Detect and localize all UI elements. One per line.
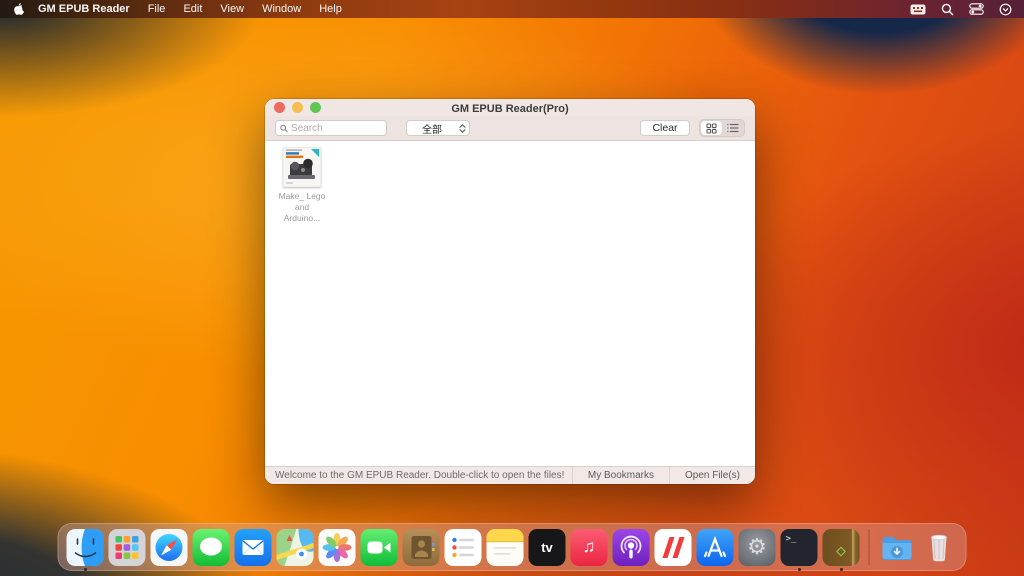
gm-epub-reader-window: GM EPUB Reader(Pro) 全部 Clear (265, 99, 755, 484)
dock-app-store[interactable] (697, 523, 734, 571)
dock-messages[interactable] (193, 523, 230, 571)
news-icon (655, 529, 692, 566)
search-field[interactable] (275, 120, 387, 136)
menu-window[interactable]: Window (253, 3, 310, 15)
spotlight-search-icon[interactable] (941, 3, 954, 16)
grid-view-button[interactable] (701, 121, 722, 135)
podcasts-icon (613, 529, 650, 566)
launchpad-icon (109, 529, 146, 566)
dock-photos[interactable] (319, 523, 356, 571)
search-icon (280, 124, 288, 133)
dock-trash[interactable] (921, 523, 958, 571)
dock-system-settings[interactable]: ⚙ (739, 523, 776, 571)
apple-menu-icon[interactable] (12, 2, 25, 16)
close-button[interactable] (274, 102, 285, 113)
open-files-button[interactable]: Open File(s) (669, 467, 755, 484)
photos-icon (319, 529, 356, 566)
gm-epub-reader-icon (823, 529, 860, 566)
my-bookmarks-button[interactable]: My Bookmarks (572, 467, 669, 484)
circle-chevron-icon[interactable] (999, 3, 1012, 16)
window-title: GM EPUB Reader(Pro) (451, 100, 568, 115)
menu-bar: GM EPUB Reader File Edit View Window Hel… (0, 0, 1024, 18)
library-grid: Make_ Lego and Arduino... (265, 141, 755, 466)
book-item[interactable]: Make_ Lego and Arduino... (278, 147, 326, 224)
menu-edit[interactable]: Edit (174, 3, 211, 15)
safari-icon (151, 529, 188, 566)
downloads-folder-icon (879, 529, 916, 566)
menu-file[interactable]: File (139, 3, 175, 15)
dock-podcasts[interactable] (613, 523, 650, 571)
dock-finder[interactable] (67, 523, 104, 571)
list-view-icon (727, 123, 739, 133)
search-input[interactable] (291, 123, 382, 134)
view-mode-segmented-control (699, 119, 745, 137)
status-bar: Welcome to the GM EPUB Reader. Double-cl… (265, 466, 755, 484)
system-settings-icon: ⚙ (739, 529, 776, 566)
menu-help[interactable]: Help (310, 3, 351, 15)
dock-gm-epub-reader[interactable] (823, 523, 860, 571)
contacts-icon (403, 529, 440, 566)
book-cover-thumbnail (283, 147, 321, 187)
music-icon: ♫ (571, 529, 608, 566)
dock-apple-tv[interactable]: tv (529, 523, 566, 571)
dock-facetime[interactable] (361, 523, 398, 571)
minimize-button[interactable] (292, 102, 303, 113)
notes-icon (487, 529, 524, 566)
dock-mail[interactable] (235, 523, 272, 571)
app-store-icon (697, 529, 734, 566)
control-center-icon[interactable] (969, 3, 984, 15)
messages-icon (193, 529, 230, 566)
dock-reminders[interactable] (445, 523, 482, 571)
book-title: Make_ Lego and Arduino... (278, 191, 326, 224)
zoom-button[interactable] (310, 102, 321, 113)
dock-maps[interactable] (277, 523, 314, 571)
running-indicator (798, 568, 801, 571)
dock-terminal[interactable]: >_ (781, 523, 818, 571)
clear-button[interactable]: Clear (640, 120, 690, 136)
dock-divider (869, 529, 870, 565)
dropdown-stepper-icon (457, 124, 469, 133)
dock-downloads[interactable] (879, 523, 916, 571)
facetime-icon (361, 529, 398, 566)
epub-logo-diamond (836, 546, 846, 556)
maps-icon (277, 529, 314, 566)
dock-notes[interactable] (487, 523, 524, 571)
filter-selected-value: 全部 (407, 121, 457, 136)
dock-news[interactable] (655, 523, 692, 571)
dock-safari[interactable] (151, 523, 188, 571)
toolbar: 全部 Clear (265, 116, 755, 141)
list-view-button[interactable] (722, 121, 743, 135)
mail-icon (235, 529, 272, 566)
status-message: Welcome to the GM EPUB Reader. Double-cl… (265, 470, 572, 481)
running-indicator (84, 568, 87, 571)
filter-dropdown[interactable]: 全部 (406, 120, 470, 136)
input-menu-icon[interactable] (910, 4, 926, 15)
dock-contacts[interactable] (403, 523, 440, 571)
reminders-icon (445, 529, 482, 566)
apple-tv-icon: tv (529, 529, 566, 566)
grid-view-icon (706, 123, 717, 134)
dock-music[interactable]: ♫ (571, 523, 608, 571)
terminal-icon: >_ (781, 529, 818, 566)
trash-icon (921, 529, 958, 566)
dock-launchpad[interactable] (109, 523, 146, 571)
active-app-name[interactable]: GM EPUB Reader (29, 3, 139, 15)
dock: tv ♫ (58, 523, 967, 571)
window-title-bar[interactable]: GM EPUB Reader(Pro) (265, 99, 755, 116)
finder-icon (67, 529, 104, 566)
menu-view[interactable]: View (211, 3, 253, 15)
running-indicator (840, 568, 843, 571)
